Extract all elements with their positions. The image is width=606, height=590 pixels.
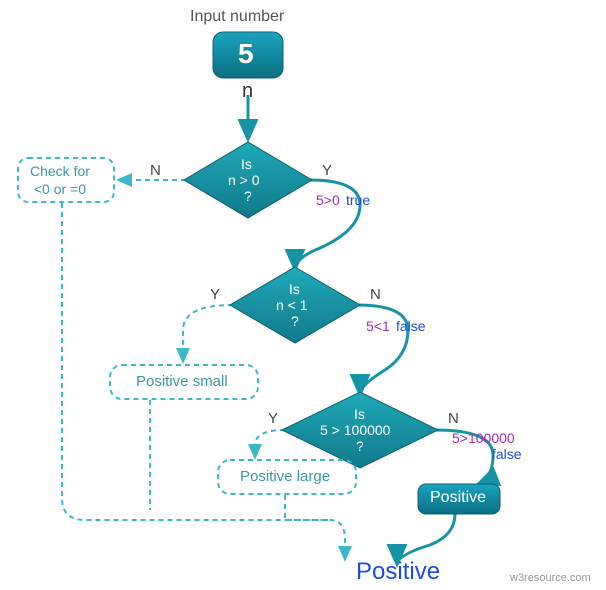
flowchart-canvas: Input number 5 n Is n > 0 ? Is n < 1 ? I… [0,0,606,590]
flowchart-svg [0,0,606,590]
